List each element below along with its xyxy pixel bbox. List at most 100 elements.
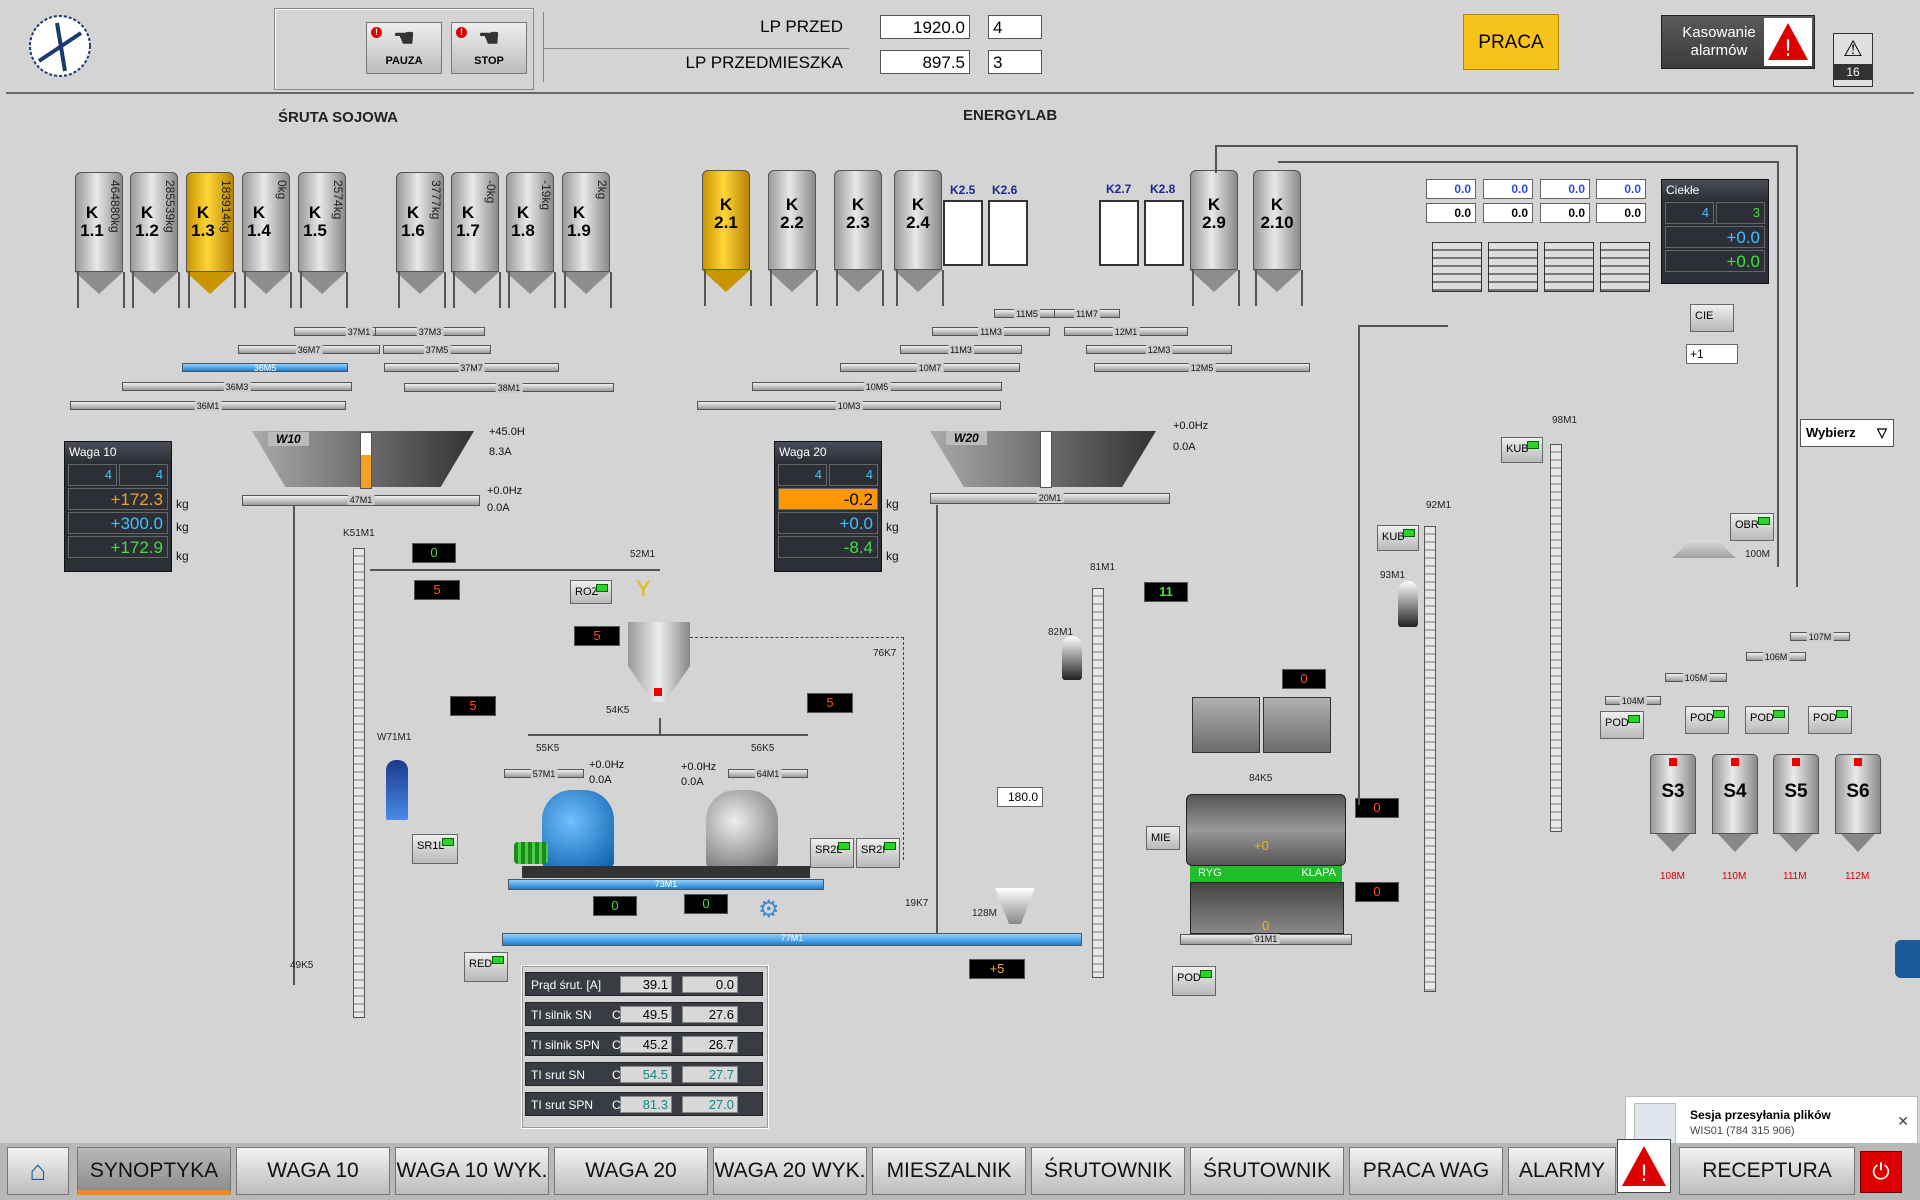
nav-tab[interactable]: ŚRUTOWNIK <box>1031 1147 1185 1195</box>
mixer-bin-right[interactable] <box>1263 697 1331 753</box>
praca-button[interactable]: PRACA <box>1463 14 1559 70</box>
power-icon[interactable]: ⏻ <box>1860 1151 1902 1193</box>
silo[interactable]: K 1.6 3777kg <box>396 172 446 308</box>
conveyor[interactable]: 11M7 <box>1054 309 1120 319</box>
kub-button-2[interactable]: KUB <box>1501 437 1543 463</box>
conveyor[interactable]: 104M <box>1605 696 1661 706</box>
silo[interactable]: K 1.5 2574kg <box>298 172 348 308</box>
liquid-input-top[interactable]: 0.0 <box>1540 179 1590 199</box>
filter-icon[interactable] <box>1062 636 1082 680</box>
nav-tab[interactable]: PRACA WAG <box>1349 1147 1503 1195</box>
silo[interactable]: K 2.10 <box>1253 170 1303 306</box>
conveyor[interactable]: 10M5 <box>752 382 1002 392</box>
silo[interactable]: K 2.3 <box>834 170 884 306</box>
home-button[interactable]: ⌂ <box>7 1147 69 1195</box>
alarm-nav-icon[interactable]: ! <box>1617 1139 1671 1193</box>
waga20-panel[interactable]: Waga 20 44 -0.2 +0.0 -8.4 <box>774 441 882 572</box>
alarm-indicator[interactable]: ⚠ 16 <box>1833 33 1873 87</box>
silo[interactable]: K 2.1 <box>702 170 752 306</box>
distributor[interactable] <box>1672 540 1736 558</box>
silo[interactable]: K 2.4 <box>894 170 944 306</box>
mixer-value-box[interactable]: 180.0 <box>997 787 1043 807</box>
silo[interactable]: K 2.2 <box>768 170 818 306</box>
nav-tab[interactable]: WAGA 20 <box>554 1147 708 1195</box>
conveyor[interactable]: 105M <box>1665 673 1727 683</box>
storage-tank[interactable]: S4 <box>1712 754 1758 834</box>
elevator-k51m1[interactable] <box>353 548 365 1018</box>
nav-tab[interactable]: WAGA 20 WYK. <box>713 1147 867 1195</box>
wybierz-dropdown[interactable]: Wybierz ▽ <box>1800 419 1894 447</box>
pause-button[interactable]: ! ☚ PAUZA <box>366 22 442 74</box>
storage-tank[interactable]: S3 <box>1650 754 1696 834</box>
pod-button[interactable]: POD <box>1745 706 1789 734</box>
silo[interactable]: K 1.7 -0kg <box>451 172 501 308</box>
conveyor[interactable]: 10M3 <box>697 401 1001 411</box>
silo[interactable]: K 1.4 0kg <box>242 172 292 308</box>
nav-tab[interactable]: ŚRUTOWNIK <box>1190 1147 1344 1195</box>
conveyor[interactable]: 47M1 <box>242 495 480 506</box>
divert-valve-icon[interactable]: Y <box>636 576 656 604</box>
mixer-bin-left[interactable] <box>1192 697 1260 753</box>
conveyor[interactable]: 36M7 <box>238 345 380 355</box>
filter-icon[interactable] <box>1398 581 1418 627</box>
elevator-81m1[interactable] <box>1092 588 1104 978</box>
mill-grey[interactable] <box>706 790 778 868</box>
conveyor[interactable]: 37M7 <box>384 363 559 373</box>
conveyor[interactable]: 12M5 <box>1094 363 1310 373</box>
obr-button[interactable]: OBR <box>1730 513 1774 541</box>
conveyor[interactable]: 106M <box>1746 652 1806 662</box>
bigbag-k26[interactable] <box>988 200 1028 266</box>
close-icon[interactable]: ✕ <box>1897 1113 1909 1130</box>
conveyor[interactable]: 20M1 <box>930 493 1170 504</box>
liquid-input-bottom[interactable]: 0.0 <box>1596 203 1646 223</box>
nav-tab[interactable]: WAGA 10 WYK. <box>395 1147 549 1195</box>
rotary-valve-icon[interactable] <box>386 760 408 820</box>
doser[interactable] <box>1488 242 1538 292</box>
side-scroll-handle[interactable] <box>1895 940 1920 978</box>
conveyor[interactable]: 11M3 <box>932 327 1050 337</box>
silo[interactable]: K 1.9 2kg <box>562 172 612 308</box>
conveyor[interactable]: 37M3 <box>375 327 485 337</box>
pod-button[interactable]: POD <box>1808 706 1852 734</box>
silo[interactable]: K 1.2 285539kg <box>130 172 180 308</box>
liquid-input-bottom[interactable]: 0.0 <box>1540 203 1590 223</box>
doser[interactable] <box>1600 242 1650 292</box>
conveyor[interactable]: 37M5 <box>383 345 491 355</box>
plus-one-field[interactable]: +1 <box>1686 344 1738 364</box>
doser[interactable] <box>1432 242 1482 292</box>
silo[interactable]: K 1.3 183914kg <box>186 172 236 308</box>
conveyor[interactable]: 107M <box>1790 632 1850 642</box>
elevator-98m1[interactable] <box>1550 444 1562 832</box>
nav-tab[interactable]: SYNOPTYKA <box>77 1147 231 1195</box>
liquid-input-top[interactable]: 0.0 <box>1596 179 1646 199</box>
conveyor[interactable]: 57M1 <box>504 769 584 779</box>
sr2l-button[interactable]: SR2L <box>810 838 854 868</box>
nav-tab[interactable]: RECEPTURA <box>1679 1147 1855 1195</box>
mie-button[interactable]: MIE <box>1146 826 1180 850</box>
gear-icon[interactable]: ⚙ <box>758 898 782 922</box>
liquid-input-top[interactable]: 0.0 <box>1483 179 1533 199</box>
sr2p-button[interactable]: SR2P <box>856 838 900 868</box>
elevator-92m1[interactable] <box>1424 526 1436 992</box>
mill-blue[interactable] <box>542 790 614 868</box>
kub-button-1[interactable]: KUB <box>1377 525 1419 551</box>
silo[interactable]: K 1.1 464880kg <box>75 172 125 308</box>
conveyor[interactable]: 12M3 <box>1086 345 1232 355</box>
sr1l-button[interactable]: SR1L <box>412 834 458 864</box>
bigbag-k28[interactable] <box>1144 200 1184 266</box>
conveyor[interactable]: 11M3 <box>900 345 1022 355</box>
silo[interactable]: K 1.8 -19kg <box>506 172 556 308</box>
liquid-input-top[interactable]: 0.0 <box>1426 179 1476 199</box>
cie-button[interactable]: CIE <box>1690 304 1734 332</box>
conveyor-main[interactable]: 77M1 <box>502 933 1082 946</box>
conveyor[interactable]: 91M1 <box>1180 934 1352 945</box>
storage-tank[interactable]: S6 <box>1835 754 1881 834</box>
waga10-panel[interactable]: Waga 10 44 +172.3 +300.0 +172.9 <box>64 441 172 572</box>
doser[interactable] <box>1544 242 1594 292</box>
nav-tab[interactable]: MIESZALNIK <box>872 1147 1026 1195</box>
magnet-separator[interactable] <box>995 888 1035 924</box>
storage-tank[interactable]: S5 <box>1773 754 1819 834</box>
conveyor-active[interactable]: 73M1 <box>508 879 824 890</box>
bigbag-k27[interactable] <box>1099 200 1139 266</box>
conveyor[interactable]: 64M1 <box>728 769 808 779</box>
